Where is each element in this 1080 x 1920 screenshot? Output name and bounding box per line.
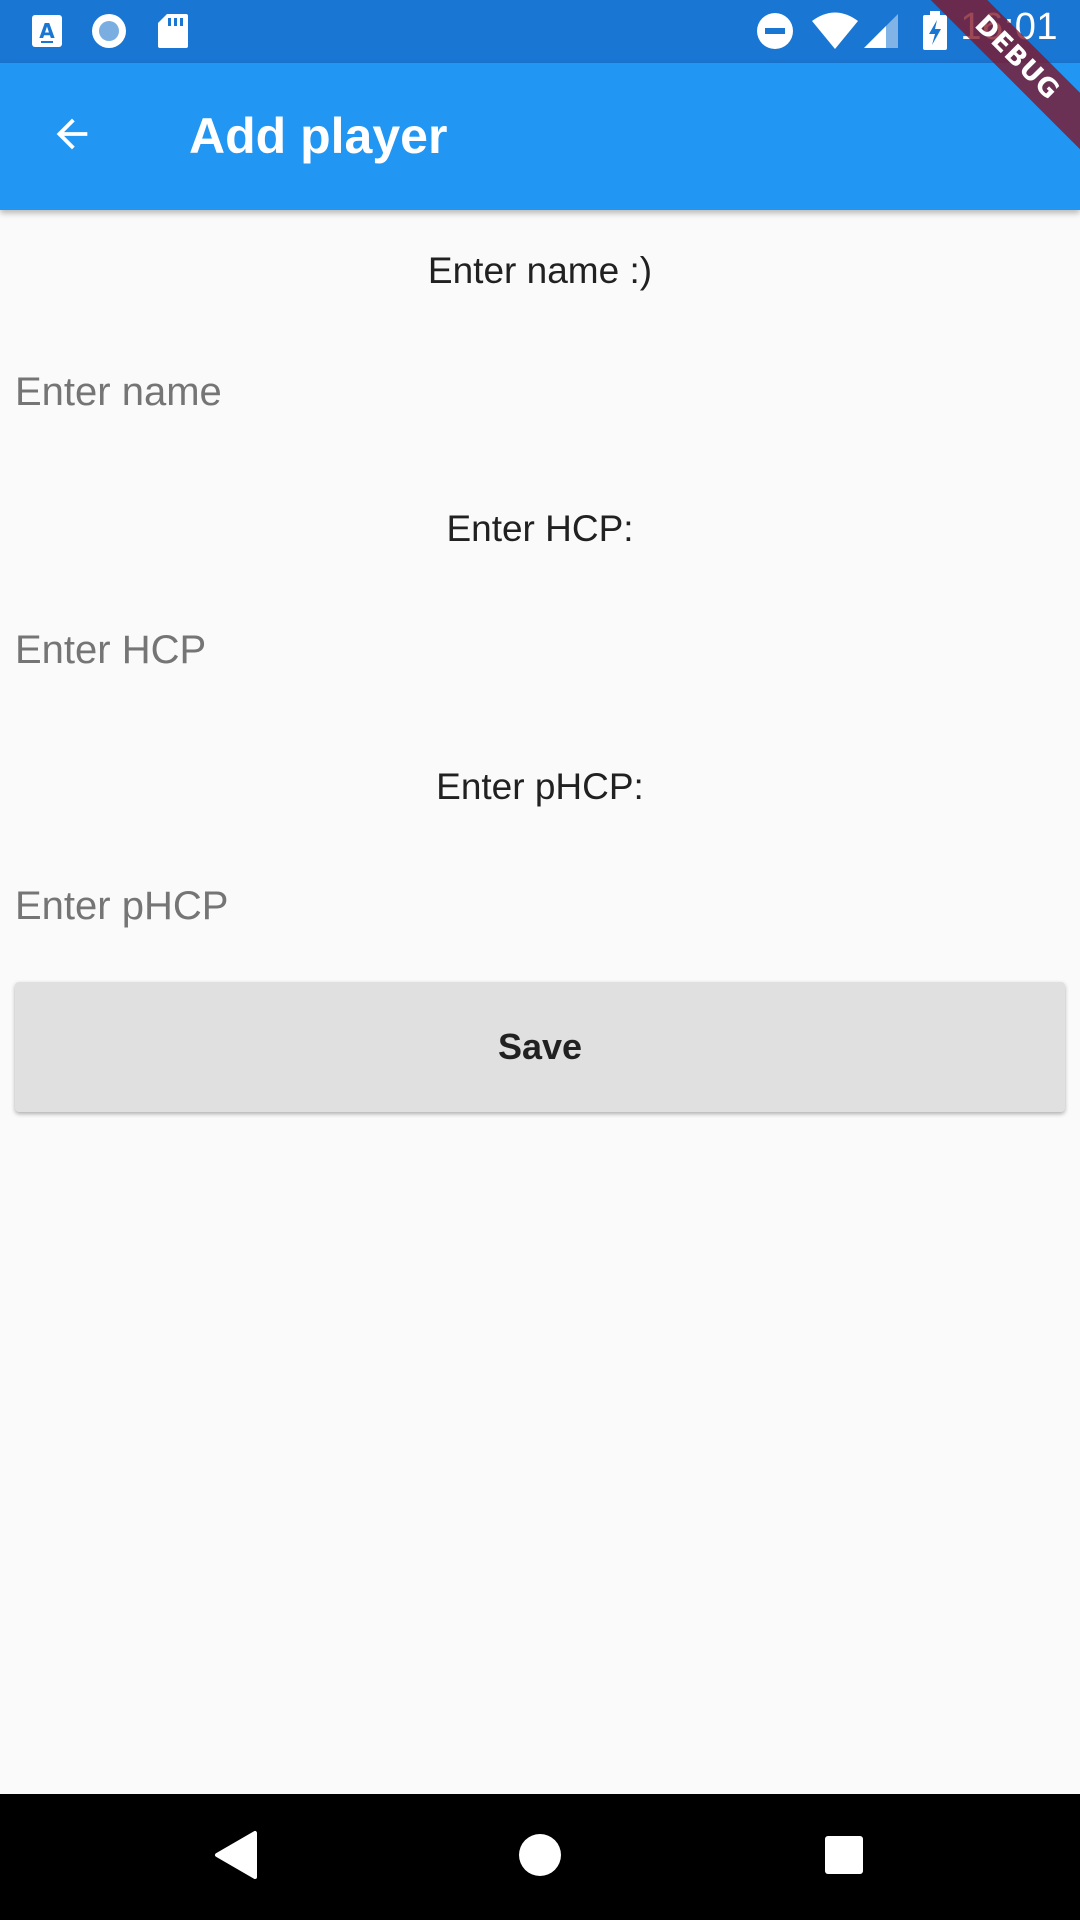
nav-home-icon <box>517 1832 563 1883</box>
system-nav-bar <box>0 1794 1080 1920</box>
arrow-back-icon <box>49 111 95 162</box>
signal-icon <box>862 12 900 50</box>
app-bar: Add player <box>0 63 1080 210</box>
sd-card-icon <box>154 12 192 50</box>
back-button[interactable] <box>36 100 108 172</box>
save-button[interactable]: Save <box>15 982 1065 1112</box>
name-input[interactable] <box>15 352 1065 432</box>
record-notification-icon <box>90 12 128 50</box>
nav-recents-button[interactable] <box>814 1827 874 1887</box>
text-a-notification-icon: A <box>28 12 66 50</box>
battery-charging-icon <box>916 11 954 50</box>
nav-back-button[interactable] <box>206 1827 266 1887</box>
hcp-label: Enter HCP: <box>446 508 634 549</box>
do-not-disturb-icon <box>756 12 794 50</box>
nav-recents-icon <box>823 1834 865 1881</box>
phcp-label: Enter pHCP: <box>436 766 644 807</box>
wifi-icon <box>810 12 860 50</box>
status-bar: A 16:01 <box>0 0 1080 63</box>
phcp-input[interactable] <box>15 866 1065 946</box>
hcp-input[interactable] <box>15 610 1065 690</box>
nav-home-button[interactable] <box>510 1827 570 1887</box>
page-title: Add player <box>189 108 448 164</box>
status-time: 16:01 <box>960 6 1058 48</box>
nav-back-icon <box>213 1830 259 1885</box>
svg-text:A: A <box>39 19 55 43</box>
name-label: Enter name :) <box>427 250 653 291</box>
screen: A 16:01 DEBUG Add player Enter name:) E… <box>0 0 1080 1920</box>
